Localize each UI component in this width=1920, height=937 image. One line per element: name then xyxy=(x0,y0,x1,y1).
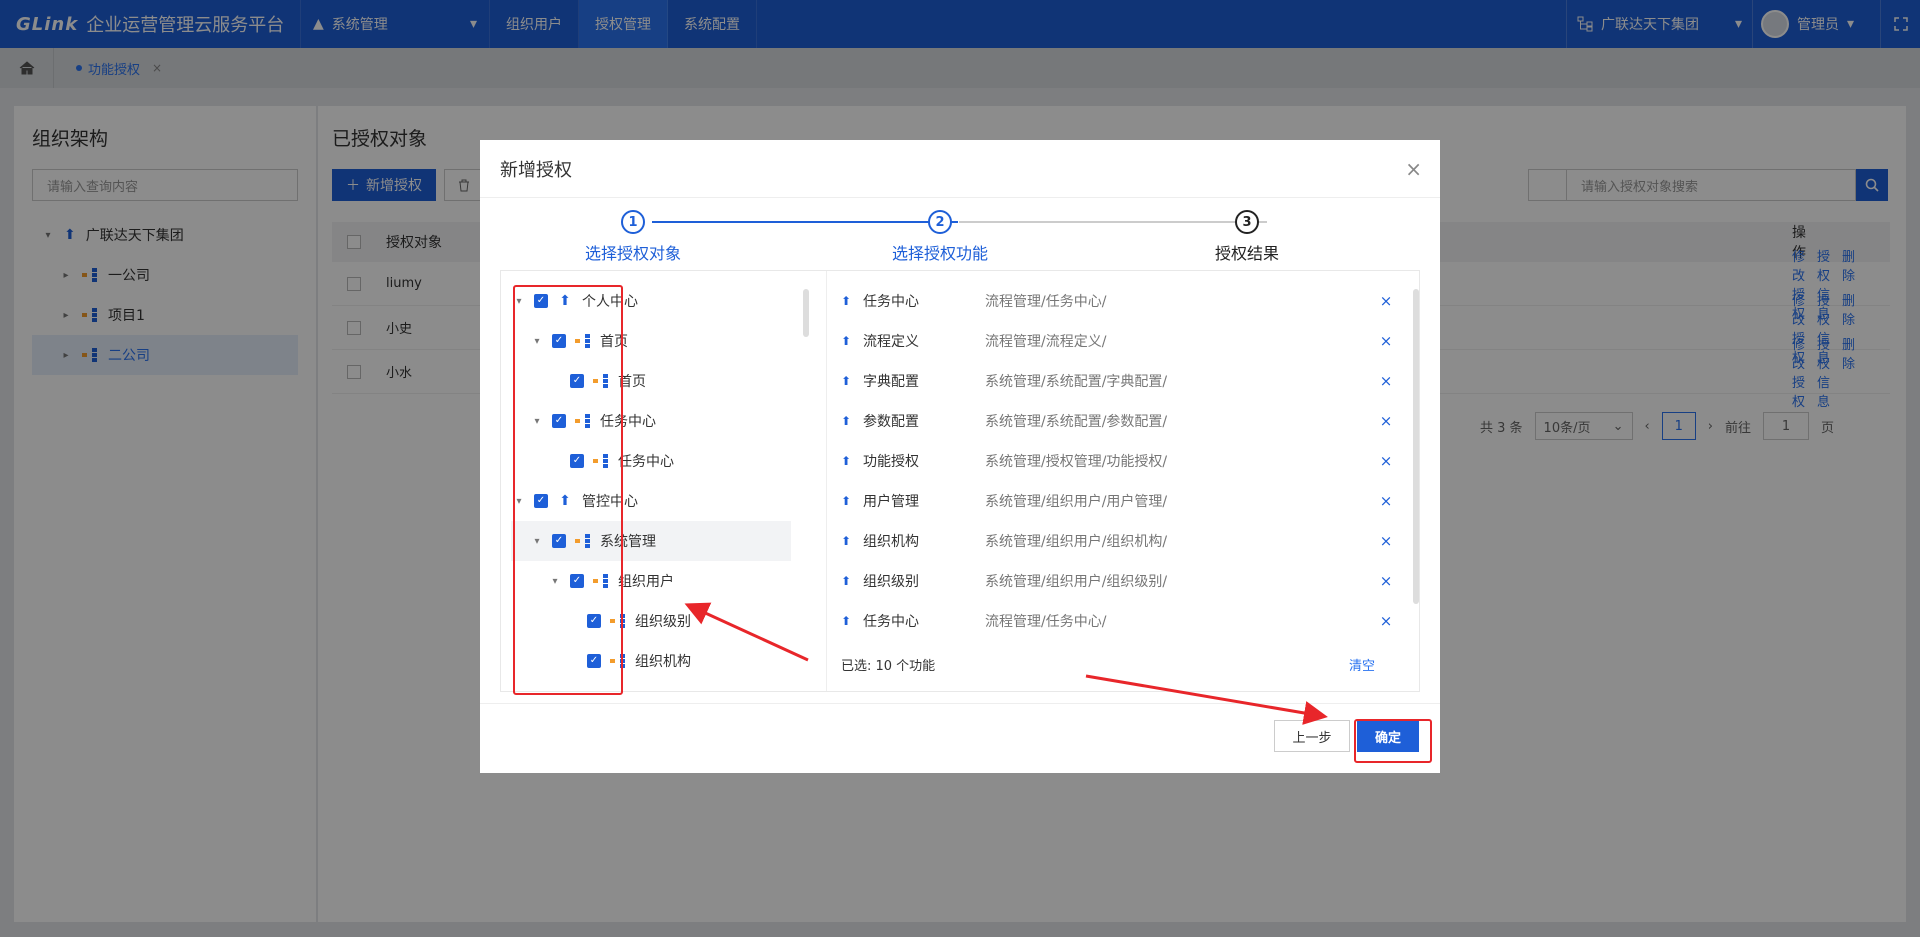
step-connector-done xyxy=(652,221,958,223)
selected-item-path: 系统管理/系统配置/参数配置/ xyxy=(985,414,1168,430)
selected-item-name: 组织机构 xyxy=(863,534,919,550)
selected-item-path: 流程管理/任务中心/ xyxy=(985,294,1107,310)
tree-item-label: 组织级别 xyxy=(635,614,691,630)
module-icon: ⬆ xyxy=(841,494,852,508)
selected-item-name: 功能授权 xyxy=(863,454,919,470)
selected-item: ⬆ 组织机构 系统管理/组织用户/组织机构/ × xyxy=(841,521,1401,561)
selected-item-path: 流程管理/任务中心/ xyxy=(985,614,1107,630)
selected-item-name: 任务中心 xyxy=(863,294,919,310)
step-1: 1 选择授权对象 xyxy=(553,210,713,264)
clear-all-link[interactable]: 清空 xyxy=(1349,655,1375,674)
tree-item-label: 任务中心 xyxy=(618,454,674,470)
step-number: 1 xyxy=(621,210,645,234)
selected-item: ⬆ 用户管理 系统管理/组织用户/用户管理/ × xyxy=(841,481,1401,521)
panel-divider xyxy=(826,271,827,691)
step-connector xyxy=(959,221,1267,223)
tree-scrollbar[interactable] xyxy=(803,289,809,337)
remove-icon[interactable]: × xyxy=(1371,332,1401,350)
selected-item-path: 系统管理/系统配置/字典配置/ xyxy=(985,374,1168,390)
step-3: 3 授权结果 xyxy=(1167,210,1327,264)
selected-count: 已选: 10 个功能 xyxy=(841,659,936,674)
module-icon: ⬆ xyxy=(841,334,852,348)
selected-item-path: 流程管理/流程定义/ xyxy=(985,334,1107,350)
selected-item: ⬆ 字典配置 系统管理/系统配置/字典配置/ × xyxy=(841,361,1401,401)
selected-item-path: 系统管理/组织用户/用户管理/ xyxy=(985,494,1168,510)
annotation-box-tree-checkboxes xyxy=(513,285,623,695)
close-icon[interactable]: × xyxy=(1405,157,1422,181)
selected-item-name: 组织级别 xyxy=(863,574,919,590)
selected-item-name: 参数配置 xyxy=(863,414,919,430)
step-label: 授权结果 xyxy=(1214,244,1279,263)
list-scrollbar[interactable] xyxy=(1413,289,1419,604)
remove-icon[interactable]: × xyxy=(1371,492,1401,510)
remove-icon[interactable]: × xyxy=(1371,452,1401,470)
module-icon: ⬆ xyxy=(841,574,852,588)
selected-item-path: 系统管理/组织用户/组织机构/ xyxy=(985,534,1168,550)
annotation-box-confirm xyxy=(1354,719,1432,763)
dialog-title: 新增授权 xyxy=(500,159,572,181)
step-label: 选择授权功能 xyxy=(891,244,988,263)
step-label: 选择授权对象 xyxy=(584,244,681,263)
remove-icon[interactable]: × xyxy=(1371,292,1401,310)
step-2: 2 选择授权功能 xyxy=(860,210,1020,264)
selected-item: ⬆ 参数配置 系统管理/系统配置/参数配置/ × xyxy=(841,401,1401,441)
selected-item: ⬆ 任务中心 流程管理/任务中心/ × xyxy=(841,601,1401,641)
selected-item: ⬆ 组织级别 系统管理/组织用户/组织级别/ × xyxy=(841,561,1401,601)
stepper: 1 选择授权对象 2 选择授权功能 3 授权结果 xyxy=(480,210,1440,270)
add-authorization-dialog: 新增授权 × 1 选择授权对象 2 选择授权功能 3 授权结果 ▾ ✓ ⬆ 个人… xyxy=(480,140,1440,773)
module-icon: ⬆ xyxy=(841,614,852,628)
dialog-footer: 上一步 确定 xyxy=(480,703,1440,773)
module-icon: ⬆ xyxy=(841,534,852,548)
dialog-body: ▾ ✓ ⬆ 个人中心 ▾ ✓ 首页 ✓ 首页 ▾ ✓ 任务中心 ✓ 任务中心 ▾… xyxy=(500,270,1420,692)
tree-item-label: 组织用户 xyxy=(618,574,674,590)
remove-icon[interactable]: × xyxy=(1371,532,1401,550)
module-icon: ⬆ xyxy=(841,374,852,388)
selected-item-name: 字典配置 xyxy=(863,374,919,390)
remove-icon[interactable]: × xyxy=(1371,612,1401,630)
module-icon: ⬆ xyxy=(841,414,852,428)
remove-icon[interactable]: × xyxy=(1371,572,1401,590)
remove-icon[interactable]: × xyxy=(1371,412,1401,430)
selected-item: ⬆ 功能授权 系统管理/授权管理/功能授权/ × xyxy=(841,441,1401,481)
dialog-header: 新增授权 × xyxy=(480,140,1440,198)
selected-item: ⬆ 任务中心 流程管理/任务中心/ × xyxy=(841,281,1401,321)
previous-step-button[interactable]: 上一步 xyxy=(1274,720,1350,752)
step-number: 3 xyxy=(1235,210,1259,234)
module-icon: ⬆ xyxy=(841,454,852,468)
remove-icon[interactable]: × xyxy=(1371,372,1401,390)
selected-item: ⬆ 流程定义 流程管理/流程定义/ × xyxy=(841,321,1401,361)
step-number: 2 xyxy=(928,210,952,234)
tree-item-label: 组织机构 xyxy=(635,654,691,670)
selected-item-name: 流程定义 xyxy=(863,334,919,350)
selected-item-path: 系统管理/授权管理/功能授权/ xyxy=(985,454,1168,470)
selected-item-name: 任务中心 xyxy=(863,614,919,630)
selected-item-name: 用户管理 xyxy=(863,494,919,510)
module-icon: ⬆ xyxy=(841,294,852,308)
selected-item-path: 系统管理/组织用户/组织级别/ xyxy=(985,574,1168,590)
